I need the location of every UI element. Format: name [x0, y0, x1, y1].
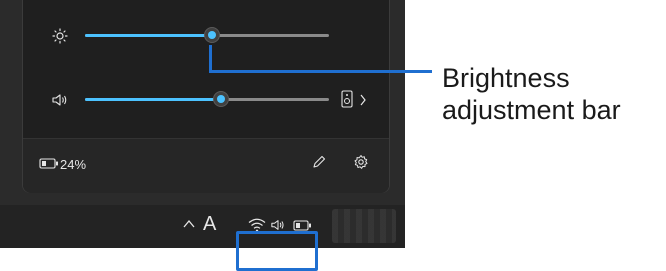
- callout-line-1: Brightness: [442, 63, 570, 93]
- audio-output-device-icon[interactable]: [341, 90, 353, 108]
- volume-fill: [85, 98, 221, 101]
- battery-percent: 24%: [60, 157, 87, 172]
- clock-blurred[interactable]: [332, 209, 396, 243]
- pencil-icon[interactable]: [311, 154, 327, 170]
- callout-line-horizontal: [209, 70, 432, 73]
- tray-battery-icon[interactable]: [293, 220, 313, 231]
- quick-settings-backdrop: 24%: [0, 0, 405, 205]
- tray-highlight-box: [236, 231, 318, 271]
- battery-icon: [39, 158, 58, 169]
- chevron-up-icon[interactable]: [183, 219, 195, 229]
- chevron-right-icon[interactable]: [359, 94, 367, 106]
- gear-icon[interactable]: [353, 154, 369, 170]
- brightness-thumb[interactable]: [204, 27, 220, 43]
- brightness-fill: [85, 34, 212, 37]
- callout-label: Brightness adjustment bar: [442, 62, 621, 126]
- brightness-sun-icon: [52, 28, 68, 44]
- taskbar: A: [0, 205, 405, 248]
- quick-settings-flyout: 24%: [22, 0, 390, 193]
- input-indicator[interactable]: A: [203, 213, 216, 236]
- volume-icon[interactable]: [270, 218, 286, 232]
- callout-line-vertical: [209, 45, 212, 72]
- speaker-icon: [52, 94, 67, 106]
- callout-line-2: adjustment bar: [442, 95, 621, 125]
- volume-thumb[interactable]: [213, 91, 229, 107]
